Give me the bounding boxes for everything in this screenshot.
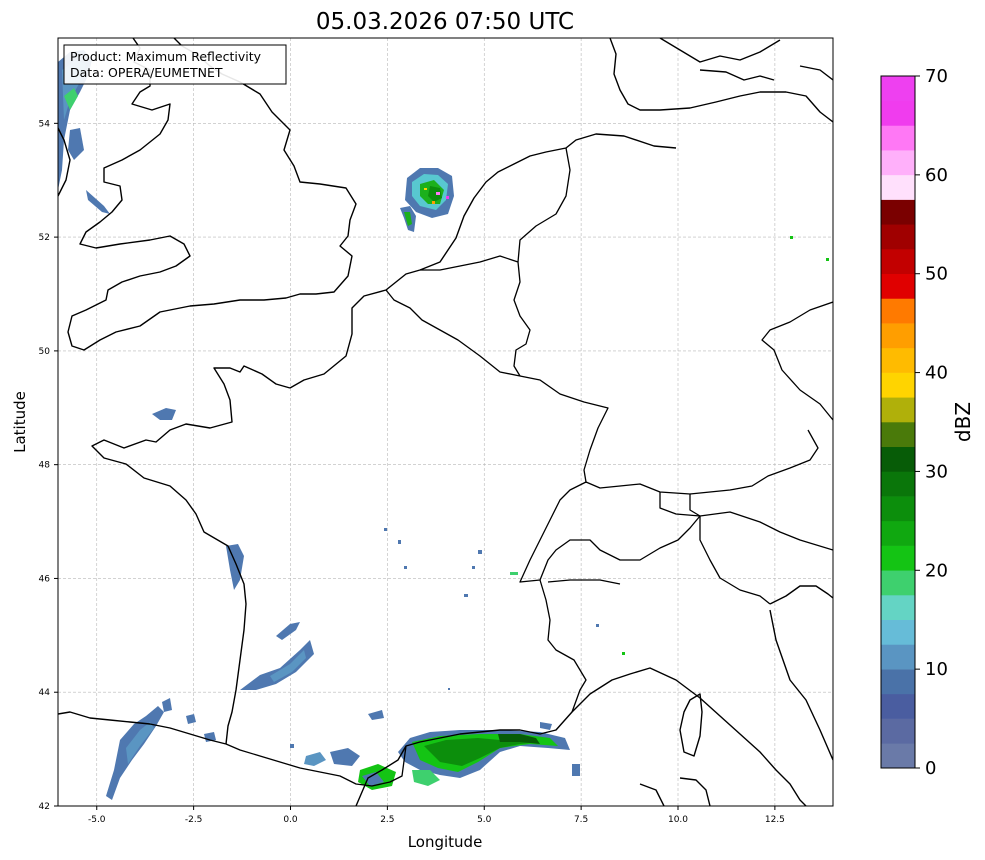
colorbar-segment bbox=[881, 520, 915, 546]
colorbar-segment bbox=[881, 347, 915, 373]
colorbar: 0 10 20 30 40 50 60 70 bbox=[880, 66, 948, 779]
x-tick-label: 7.5 bbox=[574, 815, 588, 825]
colorbar-tick-label: 20 bbox=[925, 560, 948, 581]
info-data-source: Data: OPERA/EUMETNET bbox=[70, 65, 223, 80]
y-axis-ticks: 42 44 46 48 50 52 54 bbox=[39, 119, 58, 812]
colorbar-tick-label: 0 bbox=[925, 758, 936, 779]
colorbar-segment bbox=[881, 422, 915, 448]
colorbar-segment bbox=[881, 125, 915, 151]
colorbar-tick-label: 10 bbox=[925, 659, 948, 680]
colorbar-tick-label: 70 bbox=[925, 66, 948, 87]
map-area bbox=[57, 37, 834, 807]
colorbar-segment bbox=[881, 323, 915, 349]
colorbar-segment bbox=[881, 718, 915, 744]
colorbar-segment bbox=[881, 743, 915, 769]
colorbar-segment bbox=[881, 619, 915, 645]
colorbar-tick-label: 40 bbox=[925, 363, 948, 384]
y-axis-label: Latitude bbox=[11, 391, 29, 453]
x-tick-label: 5.0 bbox=[477, 815, 492, 825]
x-axis-ticks: -5.0 -2.5 0.0 2.5 5.0 7.5 10.0 12.5 bbox=[88, 806, 785, 825]
colorbar-segment bbox=[881, 446, 915, 472]
colorbar-segment bbox=[881, 693, 915, 719]
x-tick-label: 10.0 bbox=[668, 815, 688, 825]
colorbar-segment bbox=[881, 545, 915, 571]
colorbar-segment bbox=[881, 644, 915, 670]
x-tick-label: -5.0 bbox=[88, 815, 106, 825]
colorbar-segment bbox=[881, 471, 915, 497]
colorbar-segment bbox=[881, 150, 915, 176]
x-axis-label: Longitude bbox=[408, 833, 483, 851]
x-tick-label: 12.5 bbox=[765, 815, 785, 825]
x-tick-label: -2.5 bbox=[185, 815, 203, 825]
colorbar-segment bbox=[881, 570, 915, 596]
colorbar-segment bbox=[881, 298, 915, 324]
y-tick-label: 52 bbox=[39, 233, 50, 243]
radar-map-figure: 05.03.2026 07:50 UTC Product: Maximum Re… bbox=[11, 9, 975, 851]
y-tick-label: 44 bbox=[39, 688, 51, 698]
colorbar-segment bbox=[881, 76, 915, 102]
product-info-box: Product: Maximum Reflectivity Data: OPER… bbox=[63, 44, 287, 85]
colorbar-segment bbox=[881, 100, 915, 126]
y-tick-label: 42 bbox=[39, 802, 50, 812]
y-tick-label: 48 bbox=[39, 461, 51, 471]
x-tick-label: 2.5 bbox=[380, 815, 394, 825]
y-tick-label: 50 bbox=[39, 347, 51, 357]
colorbar-segment bbox=[881, 174, 915, 200]
colorbar-label: dBZ bbox=[951, 402, 975, 442]
y-tick-label: 54 bbox=[39, 119, 51, 129]
colorbar-segment bbox=[881, 199, 915, 225]
y-tick-label: 46 bbox=[39, 574, 51, 584]
colorbar-segment bbox=[881, 397, 915, 423]
colorbar-tick-label: 60 bbox=[925, 165, 948, 186]
info-product: Product: Maximum Reflectivity bbox=[70, 49, 262, 64]
colorbar-segment bbox=[881, 372, 915, 398]
colorbar-segment bbox=[881, 273, 915, 299]
colorbar-tick-label: 50 bbox=[925, 264, 948, 285]
x-tick-label: 0.0 bbox=[283, 815, 298, 825]
colorbar-segment bbox=[881, 224, 915, 250]
colorbar-segment bbox=[881, 669, 915, 695]
colorbar-segment bbox=[881, 496, 915, 522]
colorbar-segment bbox=[881, 249, 915, 275]
colorbar-segment bbox=[881, 595, 915, 621]
colorbar-tick-label: 30 bbox=[925, 461, 948, 482]
map-title: 05.03.2026 07:50 UTC bbox=[316, 9, 574, 35]
